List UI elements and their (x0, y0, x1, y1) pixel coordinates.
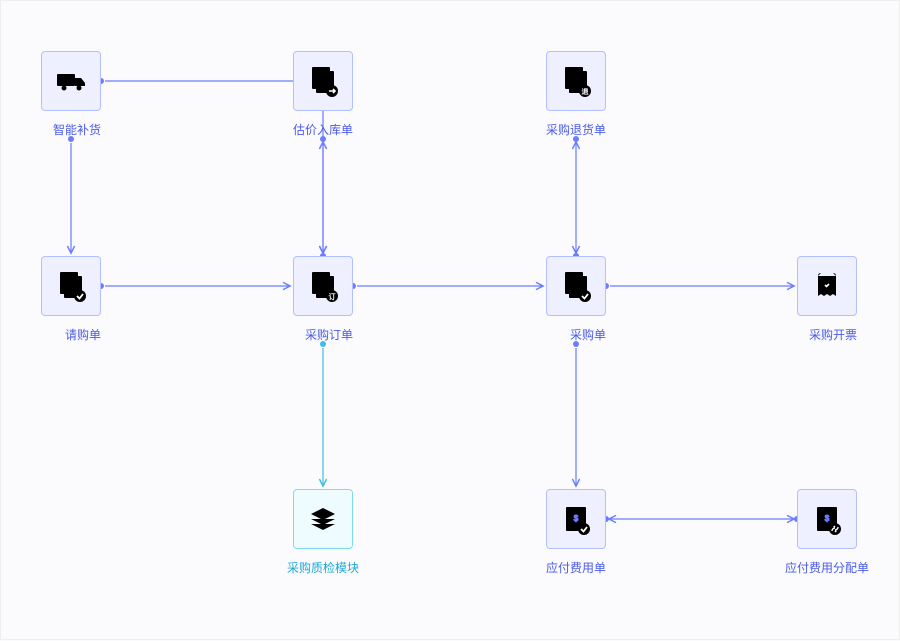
node-purchase_req[interactable]: 请购单 (41, 256, 101, 344)
doc-arrow-icon (306, 64, 340, 98)
node-payable_alloc[interactable]: 应付费用分配单 (797, 489, 857, 577)
invoice-alloc-icon (810, 502, 844, 536)
node-label: 估价入库单 (293, 121, 353, 138)
doc-order-icon (306, 269, 340, 303)
node-card[interactable] (546, 256, 606, 316)
node-card[interactable] (293, 489, 353, 549)
node-label: 请购单 (65, 326, 101, 343)
node-label: 智能补货 (53, 121, 101, 138)
node-estimate_in[interactable]: 估价入库单 (293, 51, 353, 139)
node-card[interactable] (797, 256, 857, 316)
node-purchase_return[interactable]: 采购退货单 (546, 51, 606, 139)
node-card[interactable] (41, 256, 101, 316)
node-card[interactable] (797, 489, 857, 549)
node-label: 应付费用分配单 (785, 559, 869, 576)
node-card[interactable] (546, 51, 606, 111)
node-label: 采购单 (570, 326, 606, 343)
doc-return-icon (559, 64, 593, 98)
node-card[interactable] (293, 51, 353, 111)
node-label: 应付费用单 (546, 559, 606, 576)
invoice-check-icon (559, 502, 593, 536)
node-label: 采购订单 (305, 326, 353, 343)
node-payable[interactable]: 应付费用单 (546, 489, 606, 577)
node-label: 采购开票 (809, 326, 857, 343)
node-smart_restock[interactable]: 智能补货 (41, 51, 101, 139)
truck-icon (54, 64, 88, 98)
node-card[interactable] (293, 256, 353, 316)
node-invoice[interactable]: 采购开票 (797, 256, 857, 344)
doc-check-icon (54, 269, 88, 303)
diagram-arrows (1, 1, 900, 641)
node-purchase_qc[interactable]: 采购质检模块 (293, 489, 353, 577)
node-label: 采购质检模块 (287, 559, 359, 576)
node-card[interactable] (546, 489, 606, 549)
node-purchase_order[interactable]: 采购订单 (293, 256, 353, 344)
node-card[interactable] (41, 51, 101, 111)
doc-check-icon (559, 269, 593, 303)
stack-icon (306, 502, 340, 536)
node-purchase_doc[interactable]: 采购单 (546, 256, 606, 344)
ticket-icon (810, 269, 844, 303)
node-label: 采购退货单 (546, 121, 606, 138)
